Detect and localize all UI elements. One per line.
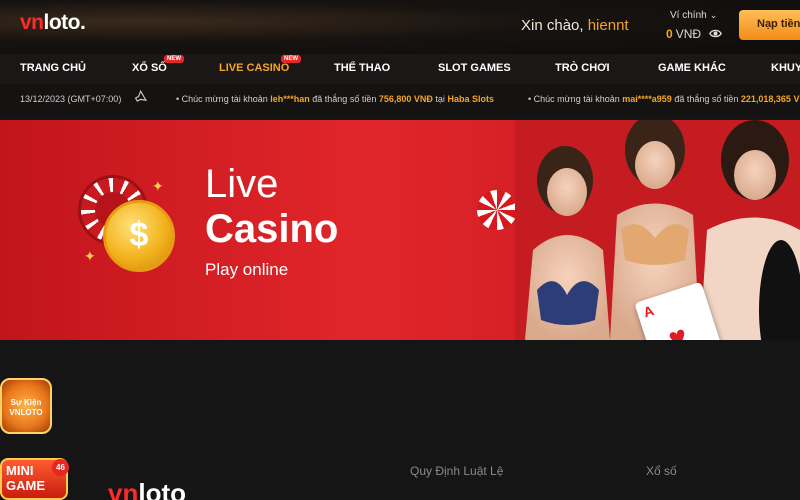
footer-logo[interactable]: vnloto [108,478,186,500]
ticker-at: tại [435,94,445,104]
megaphone-icon [134,90,147,102]
banner-title-line2: Casino [205,207,339,251]
ticker-message: • Chúc mừng tài khoản leh***han đã thắng… [176,94,494,104]
footer-link-rules[interactable]: Quy Định Luật Lệ [410,464,503,478]
nav-label: TRÒ CHƠI [555,62,610,74]
header: vnloto. Xin chào, hiennt Ví chính ⌄ 0 VNĐ … [0,0,800,54]
nav-item-lottery[interactable]: XỔ SỐ NEW [132,55,184,74]
new-badge: NEW [164,55,184,63]
greeting-text: Xin chào, [521,17,584,34]
wallet-selector[interactable]: Ví chính ⌄ [670,10,717,21]
nav-item-home[interactable]: TRANG CHỦ [20,62,86,74]
sparkle-icon: ✦ [152,178,164,194]
ticker-user: leh***han [270,94,310,104]
footer-logo-text: loto [138,478,186,500]
card-rank-icon: A [641,302,656,321]
ticker-amount: 221,018,365 V [740,94,800,104]
nav-label: SLOT GAMES [438,62,511,74]
nav-label: KHUY [771,62,800,74]
nav-item-live-casino[interactable]: LIVE CASINO NEW [219,55,301,74]
balance: 0 VNĐ [666,27,701,41]
main-nav: TRANG CHỦ XỔ SỐ NEW LIVE CASINO NEW THỂ TH… [0,54,800,84]
heart-icon: ♥ [664,319,692,340]
chevron-down-icon: ⌄ [709,10,718,20]
footer-link-lottery[interactable]: Xổ số [646,464,677,478]
page: vnloto. Xin chào, hiennt Ví chính ⌄ 0 VNĐ … [0,0,800,500]
banner-title-line1: Live [205,162,279,206]
event-badge-line1: Sự Kiện [10,398,42,407]
deposit-button[interactable]: Nạp tiền [739,10,800,40]
gold-coin-icon: $ [103,200,175,272]
nav-item-games[interactable]: TRÒ CHƠI [555,62,610,74]
casino-chip-icon [477,190,517,230]
minigame-line2: GAME [6,478,45,493]
ticker-prefix: • Chúc mừng tài khoản [528,94,620,104]
ticker-mid: đã thắng số tiền [312,94,377,104]
announcement-ticker: 13/12/2023 (GMT+07:00) • Chúc mừng tài k… [0,84,800,114]
site-logo[interactable]: vnloto. [20,11,86,35]
sparkle-icon: ✦ [84,248,96,264]
live-casino-banner: $ ✦ ✦ Live Casino Play online A ♥ [0,120,800,340]
ticker-mid: đã thắng số tiền [674,94,739,104]
nav-item-other-games[interactable]: GAME KHÁC [658,62,726,74]
nav-label: XỔ SỐ [132,62,167,74]
ticker-message: • Chúc mừng tài khoản mai****a959 đã thắ… [528,94,799,104]
balance-currency: VNĐ [675,27,702,41]
nav-item-sports[interactable]: THỂ THAO [334,62,390,74]
new-badge: NEW [281,55,301,63]
wallet-label: Ví chính [670,10,707,21]
username: hiennt [587,17,629,34]
ticker-amount: 756,800 VNĐ [378,94,433,104]
eye-icon[interactable] [709,27,722,40]
ticker-prefix: • Chúc mừng tài khoản [176,94,268,104]
minigame-count-badge: 46 [52,459,69,476]
nav-label: THỂ THAO [334,62,391,74]
event-badge[interactable]: Sự Kiện VNLOTO [0,378,52,434]
nav-label: TRANG CHỦ [20,62,86,74]
nav-item-promotions[interactable]: KHUY [771,62,800,74]
event-badge-line2: VNLOTO [9,408,43,417]
nav-label: GAME KHÁC [658,62,726,74]
nav-item-slot-games[interactable]: SLOT GAMES [438,62,511,74]
banner-subtitle: Play online [205,260,289,279]
logo-text: loto. [43,11,86,34]
footer-logo-vn: vn [108,478,139,500]
nav-label: LIVE CASINO [219,62,290,74]
greeting: Xin chào, hiennt [521,17,629,34]
logo-vn: vn [20,11,44,34]
ticker-game: Haba Slots [447,94,494,104]
current-date: 13/12/2023 (GMT+07:00) [20,94,122,104]
balance-value: 0 [666,27,673,41]
ticker-user: mai****a959 [622,94,672,104]
